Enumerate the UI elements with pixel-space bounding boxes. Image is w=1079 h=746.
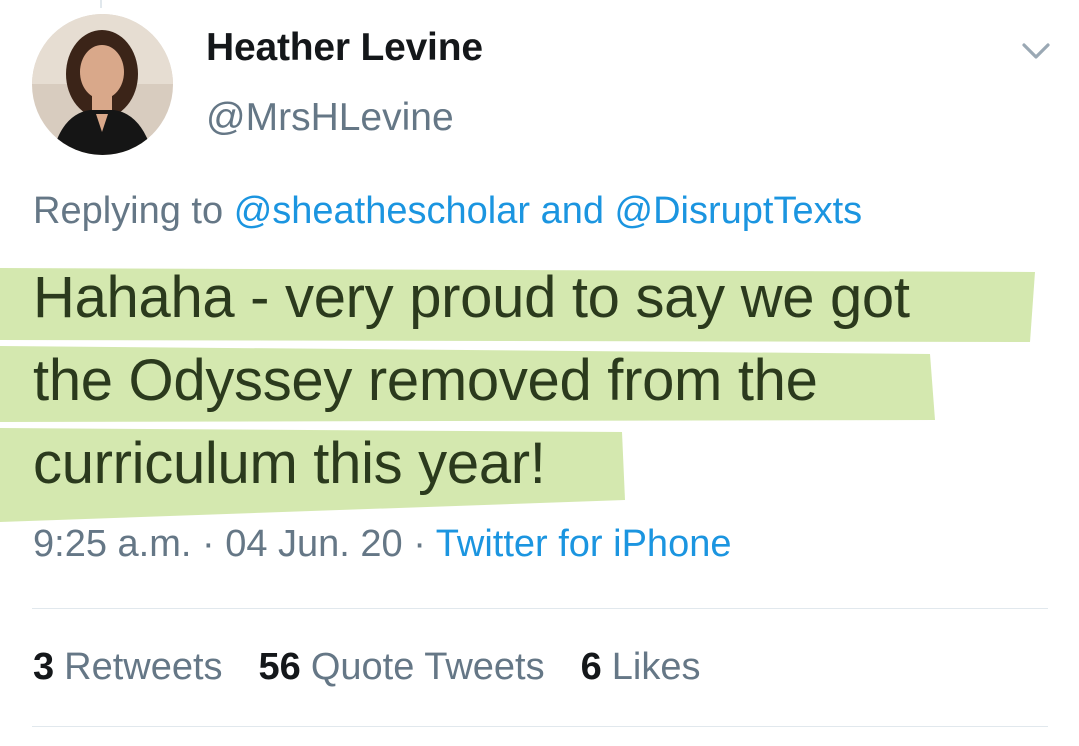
retweets-count: 3	[33, 646, 55, 688]
tweet-date[interactable]: 04 Jun. 20	[225, 523, 402, 565]
likes-label: Likes	[611, 646, 701, 688]
avatar[interactable]	[32, 14, 173, 155]
tweet-time[interactable]: 9:25 a.m.	[33, 523, 191, 565]
quote-tweets-count: 56	[258, 646, 301, 688]
author-display-name[interactable]: Heather Levine	[206, 26, 483, 70]
tweet-text-line: curriculum this year!	[33, 431, 546, 496]
reply-mention-disrupttexts[interactable]: @DisruptTexts	[615, 190, 863, 232]
author-handle[interactable]: @MrsHLevine	[206, 96, 454, 140]
replying-to-line: Replying to @sheathescholar and @Disrupt…	[33, 190, 862, 233]
retweets-stat[interactable]: 3 Retweets	[33, 646, 223, 689]
retweets-label: Retweets	[64, 646, 223, 688]
tweet-text: Hahaha - very proud to say we got the Od…	[33, 256, 1053, 505]
reply-mention-conjunction[interactable]: and	[541, 190, 604, 232]
divider	[32, 726, 1048, 727]
meta-separator: ·	[413, 523, 426, 565]
quote-tweets-stat[interactable]: 56 Quote Tweets	[259, 646, 545, 689]
meta-separator: ·	[201, 523, 215, 565]
reply-mention-sheathescholar[interactable]: @sheathescholar	[234, 190, 530, 232]
likes-count: 6	[580, 646, 602, 688]
tweet-text-line: Hahaha - very proud to say we got	[33, 265, 910, 330]
divider	[32, 608, 1048, 609]
tweet-text-line: the Odyssey removed from the	[33, 348, 818, 413]
tweet-metadata: 9:25 a.m. · 04 Jun. 20 · Twitter for iPh…	[33, 523, 731, 566]
chevron-down-icon[interactable]	[1016, 36, 1056, 66]
likes-stat[interactable]: 6 Likes	[581, 646, 701, 689]
replying-to-label: Replying to	[33, 190, 224, 232]
thread-connector-line	[100, 0, 102, 8]
tweet-stats: 3 Retweets 56 Quote Tweets 6 Likes	[33, 646, 700, 689]
quote-tweets-label: Quote Tweets	[310, 646, 545, 688]
tweet-source-link[interactable]: Twitter for iPhone	[436, 523, 732, 565]
